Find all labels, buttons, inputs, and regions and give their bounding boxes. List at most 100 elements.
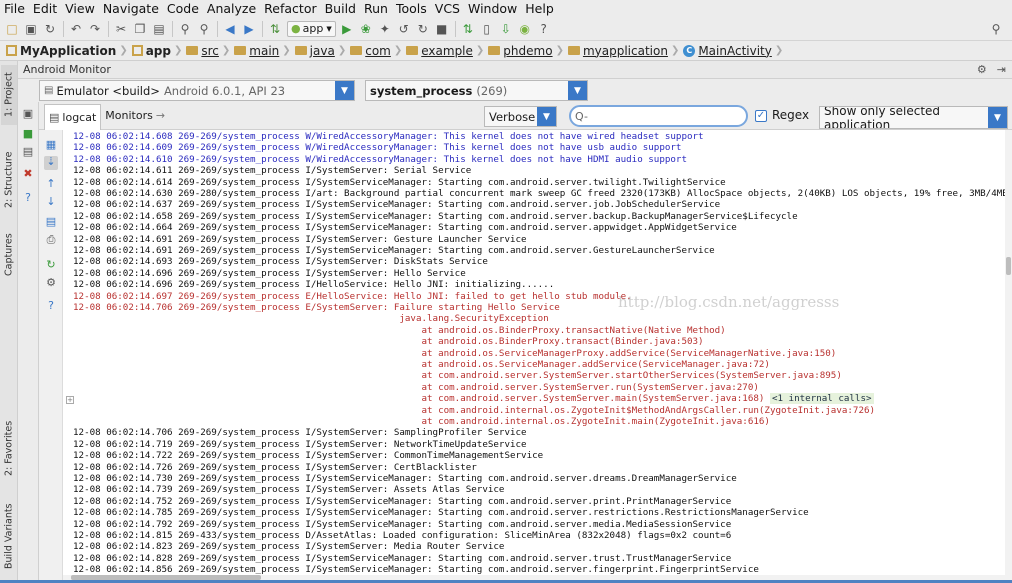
help-icon[interactable]: ?	[45, 300, 57, 312]
process-select[interactable]: system_process (269) ▼	[365, 80, 588, 101]
log-line-text: at com.android.server.SystemServer.main(…	[73, 393, 770, 405]
clear-logcat-icon[interactable]: ▦	[45, 139, 57, 151]
tool-tab-label: 2: Structure	[3, 151, 15, 209]
menu-analyze[interactable]: Analyze	[207, 1, 256, 16]
undo-icon[interactable]: ↶	[67, 20, 85, 38]
save-icon[interactable]: ▣	[22, 20, 40, 38]
menu-view[interactable]: View	[65, 1, 95, 16]
breadcrumb-item-java[interactable]: java ❯	[294, 44, 346, 58]
menu-file[interactable]: File	[4, 1, 25, 16]
search-input[interactable]: Q-	[569, 105, 748, 127]
tool-tab-structure[interactable]: 2: Structure	[1, 145, 17, 215]
scroll-to-end-icon[interactable]: ⇣	[44, 156, 58, 170]
tool-tab-favorites[interactable]: 2: Favorites	[1, 417, 17, 479]
log-line-text: 12-08 06:02:14.815 269-433/system_proces…	[73, 530, 732, 541]
screenshot-icon[interactable]: ▣	[22, 108, 34, 120]
find-icon[interactable]: ⚲	[176, 20, 194, 38]
menu-code[interactable]: Code	[167, 1, 199, 16]
up-arrow-icon[interactable]: ↑	[45, 178, 57, 190]
paste-icon[interactable]: ▤	[150, 20, 168, 38]
debug-icon[interactable]: ❀	[357, 20, 375, 38]
sdk-manager-icon[interactable]: ⇩	[497, 20, 515, 38]
log-line-text: at android.os.BinderProxy.transact(Binde…	[73, 336, 704, 348]
avd-manager-icon[interactable]: ▯	[478, 20, 496, 38]
breadcrumb-item-com[interactable]: com ❯	[350, 44, 402, 58]
breadcrumb-item-example[interactable]: example ❯	[406, 44, 484, 58]
breadcrumb-item-phdemo[interactable]: phdemo ❯	[488, 44, 564, 58]
log-line: 12-08 06:02:14.856 269-269/system_proces…	[73, 564, 759, 575]
scrollbar-thumb[interactable]	[1006, 257, 1011, 275]
logcat-toolbar: ▦ ⇣ ↑ ↓ ▤ ⎙ ↻ ⚙ ?	[39, 130, 63, 580]
replace-icon[interactable]: ⚲	[195, 20, 213, 38]
log-line: 12-08 06:02:14.610 269-269/system_proces…	[73, 154, 687, 165]
stop-icon[interactable]: ■	[433, 20, 451, 38]
restart-icon[interactable]: ↻	[45, 259, 57, 271]
breadcrumb-item-project[interactable]: MyApplication ❯	[6, 44, 128, 58]
profile-icon[interactable]: ↺	[395, 20, 413, 38]
menu-run[interactable]: Run	[364, 1, 388, 16]
regex-checkbox[interactable]: ✓	[755, 110, 767, 122]
tool-tab-build-variants[interactable]: Build Variants	[1, 501, 17, 571]
menu-window[interactable]: Window	[468, 1, 517, 16]
log-line-text: 12-08 06:02:14.611 269-269/system_proces…	[73, 165, 472, 177]
menu-tools[interactable]: Tools	[396, 1, 427, 16]
open-folder-icon[interactable]: □	[3, 20, 21, 38]
gradle-sync-icon[interactable]: ⇅	[459, 20, 477, 38]
android-device-monitor-icon[interactable]: ◉	[516, 20, 534, 38]
menu-navigate[interactable]: Navigate	[103, 1, 159, 16]
make-project-icon[interactable]: ⇅	[266, 20, 284, 38]
chevron-down-icon: ▼	[568, 81, 587, 100]
menu-help[interactable]: Help	[525, 1, 554, 16]
breadcrumb-item-src[interactable]: src ❯	[186, 44, 230, 58]
copy-icon[interactable]: ❐	[131, 20, 149, 38]
filter-scope-select[interactable]: Show only selected application ▼	[819, 106, 1008, 129]
down-arrow-icon[interactable]: ↓	[45, 196, 57, 208]
menu-refactor[interactable]: Refactor	[264, 1, 316, 16]
log-line-text: at android.os.BinderProxy.transactNative…	[73, 324, 726, 336]
menu-build[interactable]: Build	[325, 1, 356, 16]
soft-wrap-icon[interactable]: ▤	[45, 216, 57, 228]
fold-marker-icon[interactable]: +	[66, 396, 74, 404]
run-icon[interactable]: ▶	[338, 20, 356, 38]
breadcrumb-item-main[interactable]: main ❯	[234, 44, 291, 58]
tool-tab-project[interactable]: 1: Project	[1, 65, 17, 125]
terminate-app-icon[interactable]: ✖	[22, 168, 34, 180]
log-line-text: 12-08 06:02:14.730 269-269/system_proces…	[73, 473, 737, 484]
hide-icon[interactable]: ⇥	[997, 63, 1006, 76]
log-line-text: at com.android.server.SystemServer.start…	[73, 370, 842, 382]
apply-changes-icon[interactable]: ↻	[414, 20, 432, 38]
print-icon[interactable]: ⎙	[45, 234, 57, 246]
log-line: 12-08 06:02:14.706 269-269/system_proces…	[73, 302, 560, 313]
device-icon: ▤	[44, 85, 54, 96]
back-icon[interactable]: ◀	[221, 20, 239, 38]
redo-icon[interactable]: ↷	[86, 20, 104, 38]
breadcrumb-item-mainactivity[interactable]: C MainActivity ❯	[683, 44, 783, 58]
vertical-scrollbar[interactable]	[1005, 130, 1012, 580]
screen-record-icon[interactable]: ■	[22, 128, 34, 140]
toolbar-divider	[108, 20, 109, 37]
device-select[interactable]: ▤ Emulator <build> Android 6.0.1, API 23…	[39, 80, 355, 101]
menu-vcs[interactable]: VCS	[435, 1, 460, 16]
help-icon[interactable]: ?	[22, 192, 34, 204]
run-configuration-select[interactable]: ● app ▼	[287, 20, 336, 37]
forward-icon[interactable]: ▶	[240, 20, 258, 38]
log-line: 12-08 06:02:14.696 269-269/system_proces…	[73, 279, 554, 290]
menu-bar: File Edit View Navigate Code Analyze Ref…	[0, 0, 1012, 17]
system-info-icon[interactable]: ▤	[22, 146, 34, 158]
logcat-output[interactable]: 12-08 06:02:14.608 269-269/system_proces…	[63, 130, 1005, 580]
cut-icon[interactable]: ✂	[112, 20, 130, 38]
settings-icon[interactable]: ⚙	[45, 277, 57, 289]
gear-icon[interactable]: ⚙	[977, 63, 987, 76]
internal-calls-hint[interactable]: <1 internal calls>	[769, 393, 874, 405]
tool-tab-captures[interactable]: Captures	[1, 227, 17, 283]
tab-logcat[interactable]: ▤ logcat	[44, 103, 102, 130]
breadcrumb-item-app[interactable]: app ❯	[131, 44, 182, 58]
attach-debugger-icon[interactable]: ✦	[376, 20, 394, 38]
log-level-select[interactable]: Verbose ▼	[484, 106, 557, 127]
search-everywhere-icon[interactable]: ⚲	[987, 20, 1005, 38]
help-icon[interactable]: ?	[535, 20, 553, 38]
breadcrumb-item-myapplication[interactable]: myapplication ❯	[567, 44, 679, 58]
menu-edit[interactable]: Edit	[33, 1, 57, 16]
sync-icon[interactable]: ↻	[41, 20, 59, 38]
tab-monitors[interactable]: Monitors →	[101, 104, 169, 128]
